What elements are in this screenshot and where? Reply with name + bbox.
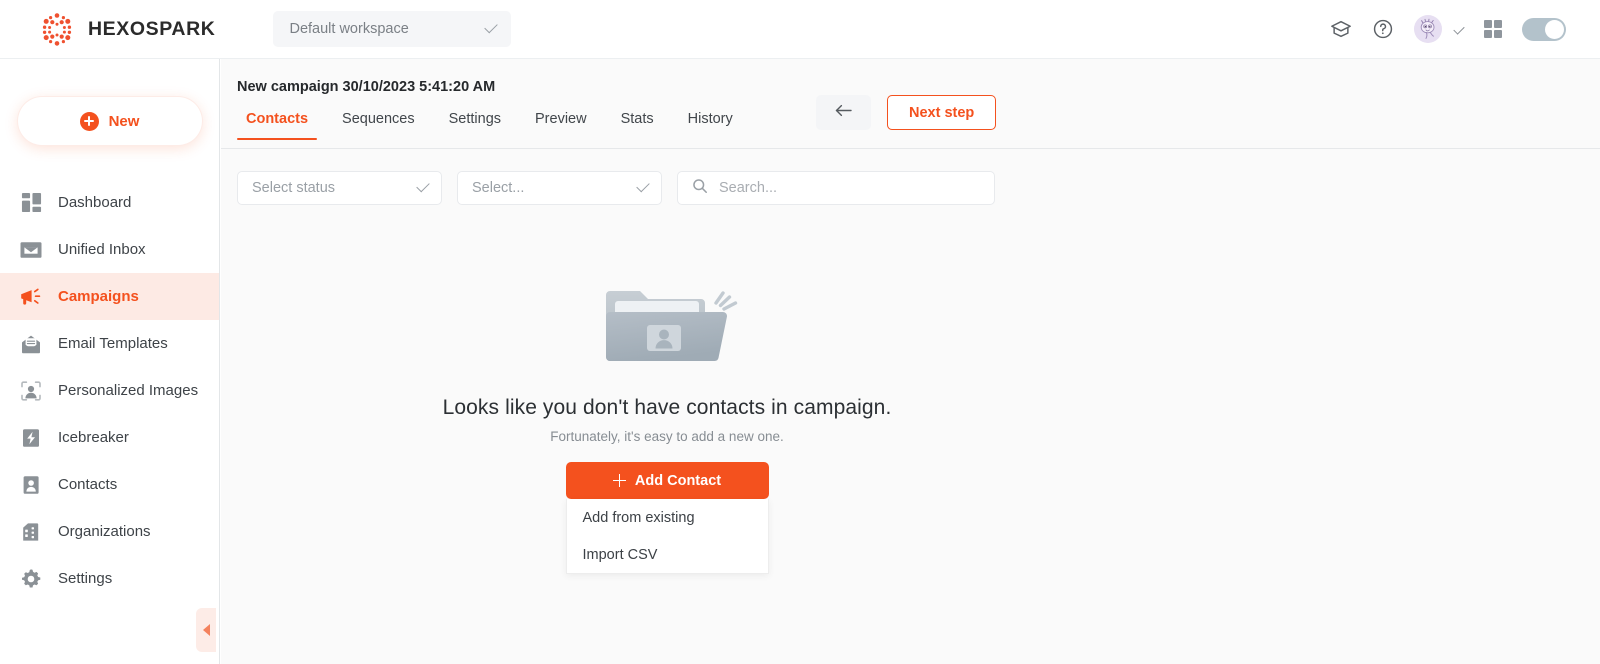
brand: HEXOSPARK: [38, 10, 215, 48]
main-content: New campaign 30/10/2023 5:41:20 AM Conta…: [221, 59, 1600, 664]
empty-state-title: Looks like you don't have contacts in ca…: [442, 396, 892, 419]
grid-cell: [1494, 20, 1502, 28]
dashboard-icon: [20, 192, 42, 214]
sidebar-collapse-handle[interactable]: [196, 608, 216, 652]
user-avatar[interactable]: [1414, 15, 1442, 43]
filter-bar: Select status Select... Search...: [237, 171, 1600, 205]
status-select-value: Select status: [252, 180, 336, 196]
graduation-cap-icon[interactable]: [1330, 18, 1352, 40]
sidebar-item-label: Settings: [58, 570, 113, 587]
contact-person-icon: [20, 474, 42, 496]
sidebar-item-unified-inbox[interactable]: Unified Inbox: [0, 226, 219, 273]
tab-stats[interactable]: Stats: [604, 107, 671, 140]
sidebar-item-label: Organizations: [58, 523, 151, 540]
tab-preview[interactable]: Preview: [518, 107, 604, 140]
sidebar-item-organizations[interactable]: Organizations: [0, 508, 219, 555]
tab-settings[interactable]: Settings: [432, 107, 518, 140]
sidebar-item-campaigns[interactable]: Campaigns: [0, 273, 219, 320]
empty-state: Looks like you don't have contacts in ca…: [221, 271, 1113, 574]
megaphone-icon: [20, 286, 42, 308]
sidebar-item-label: Email Templates: [58, 335, 168, 352]
new-button-label: New: [108, 112, 140, 130]
sidebar-item-label: Contacts: [58, 476, 118, 493]
question-circle-icon[interactable]: [1372, 18, 1394, 40]
new-button[interactable]: New: [17, 97, 202, 145]
top-bar: HEXOSPARK Default workspace: [0, 0, 1600, 59]
workspace-value: Default workspace: [289, 21, 409, 37]
icebreaker-bolt-icon: [20, 427, 42, 449]
sidebar-item-label: Icebreaker: [58, 429, 129, 446]
email-template-icon: [20, 333, 42, 355]
next-step-button[interactable]: Next step: [887, 95, 997, 130]
sidebar-item-label: Personalized Images: [58, 382, 199, 399]
sidebar-item-settings[interactable]: Settings: [0, 555, 219, 602]
grid-cell: [1484, 30, 1492, 38]
chevron-left-icon: [202, 624, 210, 636]
plus-icon: [612, 474, 626, 487]
personalized-image-icon: [20, 380, 42, 402]
empty-state-subtitle: Fortunately, it's easy to add a new one.: [550, 429, 784, 444]
chevron-down-icon: [636, 178, 650, 192]
avatar-chevron-down-icon[interactable]: [1453, 23, 1465, 35]
generic-select[interactable]: Select...: [457, 171, 662, 205]
topbar-actions: [1330, 15, 1566, 43]
search-input[interactable]: Search...: [677, 171, 995, 205]
sidebar: New Dashboard Unified Inbox Campaigns Em…: [0, 59, 220, 664]
sidebar-item-label: Dashboard: [58, 194, 132, 211]
sidebar-item-contacts[interactable]: Contacts: [0, 461, 219, 508]
gear-icon: [20, 568, 42, 590]
menu-item-add-from-existing[interactable]: Add from existing: [567, 499, 768, 536]
sidebar-item-dashboard[interactable]: Dashboard: [0, 179, 219, 226]
tab-actions: Next step: [816, 95, 997, 130]
workspace-selector[interactable]: Default workspace: [273, 11, 512, 47]
mode-toggle-switch[interactable]: [1522, 17, 1566, 41]
tab-history[interactable]: History: [671, 107, 750, 140]
generic-select-value: Select...: [472, 180, 525, 196]
sidebar-item-email-templates[interactable]: Email Templates: [0, 320, 219, 367]
hexospark-dots-logo-icon: [38, 10, 76, 48]
grid-cell: [1484, 20, 1492, 28]
tab-sequences[interactable]: Sequences: [325, 107, 432, 140]
grid-apps-icon[interactable]: [1484, 20, 1502, 38]
search-icon: [692, 178, 708, 199]
inbox-icon: [20, 239, 42, 261]
back-button[interactable]: [816, 95, 871, 130]
campaign-title: New campaign 30/10/2023 5:41:20 AM: [237, 79, 496, 95]
chevron-down-icon: [416, 178, 430, 192]
sidebar-item-personalized-images[interactable]: Personalized Images: [0, 367, 219, 414]
campaign-tabs: Contacts Sequences Settings Preview Stat…: [221, 95, 1600, 149]
tab-contacts[interactable]: Contacts: [229, 107, 325, 140]
add-contact-button[interactable]: Add Contact: [565, 462, 769, 499]
organization-building-icon: [20, 521, 42, 543]
menu-item-import-csv[interactable]: Import CSV: [567, 536, 768, 573]
plus-circle-icon: [79, 111, 99, 131]
sidebar-nav: Dashboard Unified Inbox Campaigns Email …: [0, 179, 219, 602]
status-select[interactable]: Select status: [237, 171, 442, 205]
brand-name: HEXOSPARK: [88, 17, 216, 40]
add-contact-label: Add Contact: [634, 472, 722, 489]
sidebar-item-label: Unified Inbox: [58, 241, 146, 258]
arrow-left-icon: [834, 103, 853, 123]
chevron-down-icon: [484, 19, 499, 33]
empty-contacts-folder-icon: [593, 271, 741, 380]
search-placeholder: Search...: [719, 180, 778, 196]
add-contact-dropdown-menu: Add from existing Import CSV: [565, 499, 769, 574]
grid-cell: [1494, 30, 1502, 38]
sidebar-item-label: Campaigns: [58, 288, 139, 305]
sidebar-item-icebreaker[interactable]: Icebreaker: [0, 414, 219, 461]
